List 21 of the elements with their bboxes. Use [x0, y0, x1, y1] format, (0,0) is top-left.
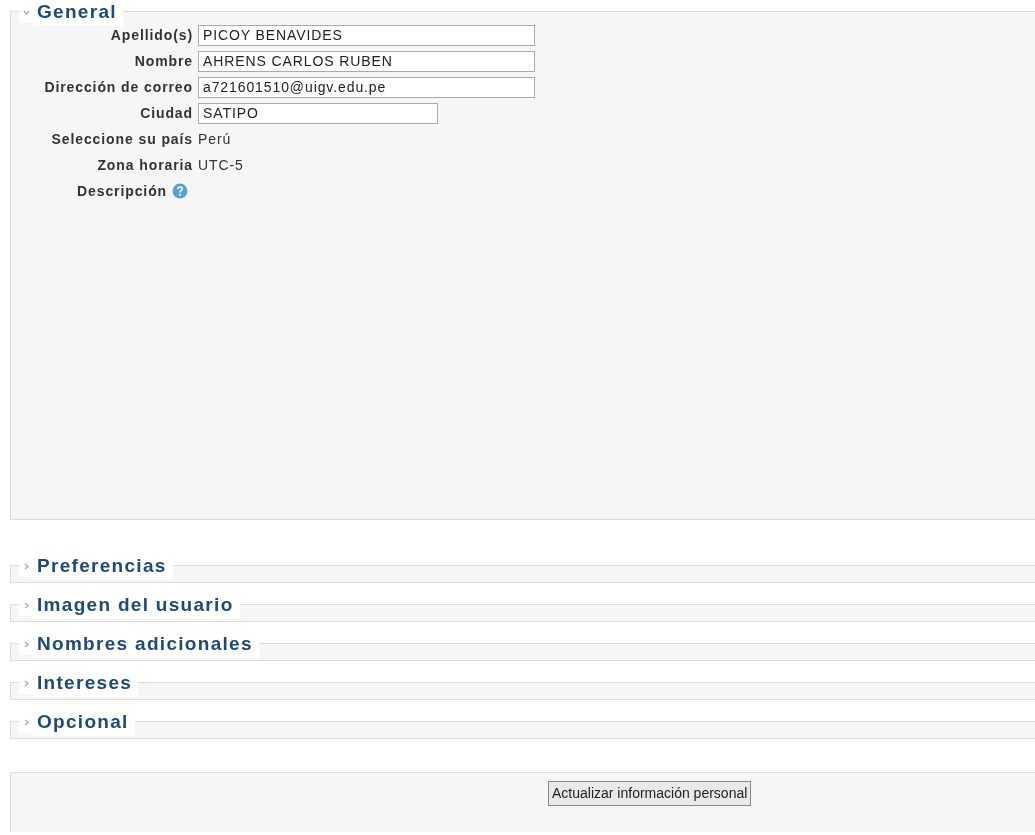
field-label: Ciudad — [139, 104, 194, 121]
text-field[interactable]: PICOY BENAVIDES — [198, 25, 535, 46]
field-label: Zona horaria — [96, 156, 194, 173]
field-label: Nombre — [133, 52, 194, 69]
field-label: Apellido(s) — [109, 26, 194, 43]
field-label: Seleccione su país — [50, 130, 194, 147]
chevron-right-icon[interactable] — [22, 640, 30, 648]
chevron-down-icon[interactable] — [22, 8, 30, 16]
chevron-right-icon[interactable] — [22, 601, 30, 609]
field-label: Dirección de correo — [43, 78, 194, 95]
submit-button[interactable]: Actualizar información personal — [548, 781, 752, 806]
field-value: UTC-5 — [198, 156, 244, 173]
field-label: Descripción — [76, 182, 169, 199]
text-field[interactable]: a721601510@uigv.edu.pe — [198, 77, 535, 98]
chevron-right-icon[interactable] — [22, 679, 30, 687]
field-value: Perú — [198, 130, 232, 147]
text-field[interactable]: AHRENS CARLOS RUBEN — [198, 51, 535, 72]
text-field[interactable]: SATIPO — [198, 103, 438, 124]
help-icon[interactable] — [172, 183, 189, 199]
chevron-right-icon[interactable] — [22, 718, 30, 726]
chevron-right-icon[interactable] — [22, 562, 30, 570]
